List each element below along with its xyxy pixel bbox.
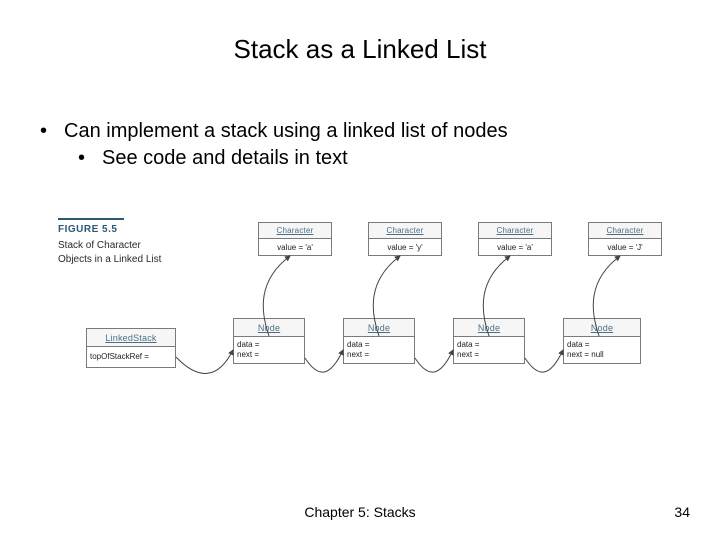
linkedstack-field-box: topOfStackRef = (86, 346, 176, 368)
character-title-box: Character (478, 222, 552, 238)
footer-chapter: Chapter 5: Stacks (0, 504, 720, 520)
character-title-box: Character (258, 222, 332, 238)
figure-caption-line: Objects in a Linked List (58, 253, 208, 267)
character-value-box: value = 'J' (588, 238, 662, 256)
character-value-box: value = 'y' (368, 238, 442, 256)
slide-title: Stack as a Linked List (0, 34, 720, 65)
character-value-box: value = 'a' (478, 238, 552, 256)
bullet-level1: • Can implement a stack using a linked l… (40, 118, 680, 145)
node-fields-box: data = next = (453, 336, 525, 364)
character-title-box: Character (588, 222, 662, 238)
node-title-box: Node (343, 318, 415, 336)
figure-5-5: FIGURE 5.5 Stack of Character Objects in… (58, 200, 668, 400)
bullet-list: • Can implement a stack using a linked l… (40, 118, 680, 172)
node-title-box: Node (233, 318, 305, 336)
character-title-box: Character (368, 222, 442, 238)
footer-page-number: 34 (674, 504, 690, 520)
bullet-text: See code and details in text (102, 145, 348, 172)
bullet-dot-icon: • (78, 145, 102, 172)
linkedstack-title-box: LinkedStack (86, 328, 176, 346)
figure-caption-line: Stack of Character (58, 239, 208, 253)
node-title-box: Node (563, 318, 641, 336)
bullet-text: Can implement a stack using a linked lis… (64, 118, 508, 145)
node-fields-box: data = next = (343, 336, 415, 364)
node-fields-box: data = next = (233, 336, 305, 364)
figure-label: FIGURE 5.5 Stack of Character Objects in… (58, 218, 208, 267)
node-title-box: Node (453, 318, 525, 336)
node-fields-last-box: data = next = null (563, 336, 641, 364)
bullet-dot-icon: • (40, 118, 64, 145)
figure-rule (58, 218, 124, 220)
character-value-box: value = 'a' (258, 238, 332, 256)
bullet-level2: • See code and details in text (40, 145, 680, 172)
figure-number: FIGURE 5.5 (58, 224, 208, 235)
